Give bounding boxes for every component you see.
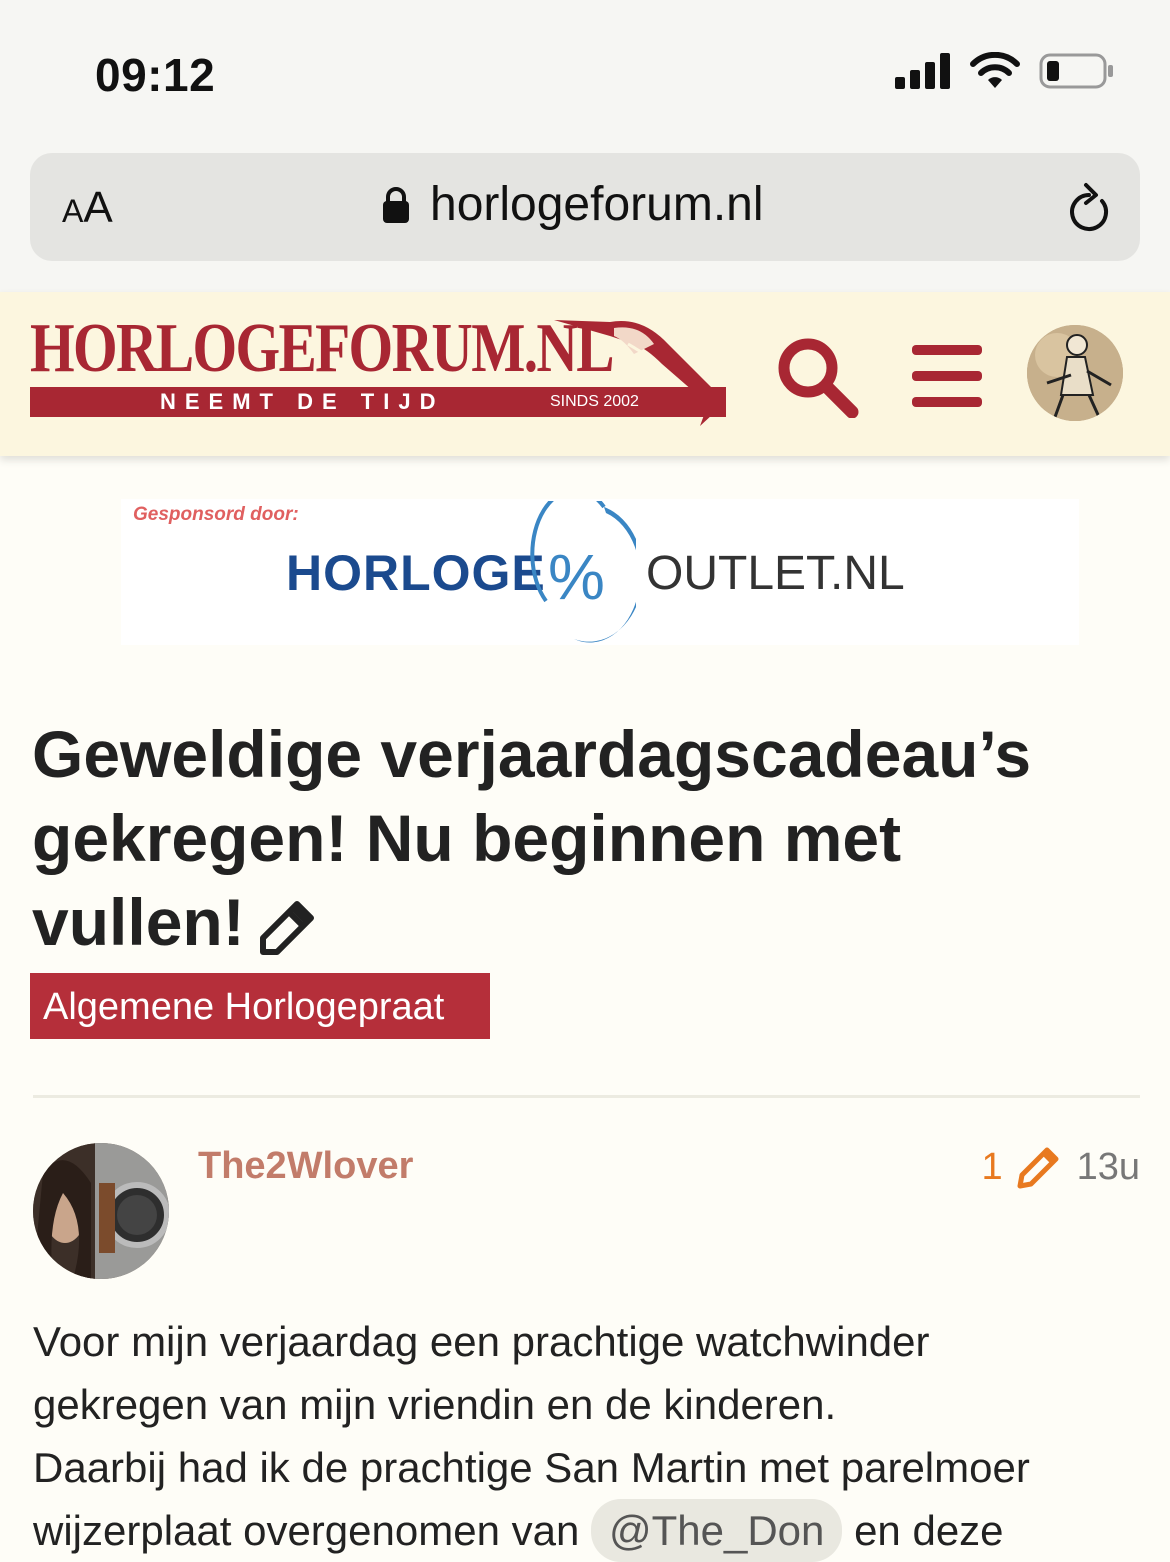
logo-slogan: NEEMT DE TIJD bbox=[160, 389, 445, 414]
user-mention[interactable]: @The_Don bbox=[590, 1499, 843, 1562]
sponsor-brand-right: OUTLET.NL bbox=[646, 547, 905, 600]
topic-title-text: Geweldige verjaardagscadeau’s gekregen! … bbox=[32, 717, 1032, 959]
address-bar[interactable]: AA horlogeforum.nl bbox=[30, 153, 1140, 261]
edit-title-icon[interactable] bbox=[259, 900, 315, 956]
search-icon[interactable] bbox=[776, 336, 860, 418]
user-avatar[interactable] bbox=[1027, 325, 1123, 421]
post-body: Voor mijn verjaardag een prachtige watch… bbox=[33, 1310, 1143, 1562]
sponsor-label: Gesponsord door: bbox=[133, 504, 299, 525]
hamburger-icon[interactable] bbox=[912, 345, 982, 407]
post-line: Voor mijn verjaardag een prachtige watch… bbox=[33, 1318, 930, 1365]
post-meta: 1 13u bbox=[981, 1146, 1140, 1189]
sponsor-brand-mark: % bbox=[530, 501, 636, 643]
category-badge[interactable]: Algemene Horlogepraat bbox=[30, 973, 490, 1039]
status-icons bbox=[895, 52, 1115, 90]
poster-avatar-image bbox=[33, 1143, 169, 1279]
post-line: gekregen van mijn vriendin en de kindere… bbox=[33, 1381, 837, 1428]
lock-icon bbox=[383, 186, 409, 223]
battery-icon bbox=[1039, 53, 1113, 89]
status-bar: 09:12 bbox=[0, 0, 1170, 150]
svg-text:%: % bbox=[548, 541, 605, 613]
logo-since: SINDS 2002 bbox=[550, 393, 639, 410]
sponsor-banner[interactable]: Gesponsord door: HORLOGE % OUTLET.NL bbox=[121, 499, 1079, 645]
text-size-button[interactable]: AA bbox=[62, 183, 113, 233]
reload-icon[interactable] bbox=[1064, 181, 1114, 235]
edit-count[interactable]: 1 bbox=[981, 1146, 1002, 1189]
post-line: Daarbij had ik de prachtige San Martin m… bbox=[33, 1444, 1030, 1491]
url-text: horlogeforum.nl bbox=[430, 178, 764, 231]
browser-bar: AA horlogeforum.nl bbox=[0, 130, 1170, 293]
sponsor-brand-left: HORLOGE bbox=[286, 545, 546, 601]
logo-title: HORLOGEFORUM.NL bbox=[30, 310, 615, 387]
edit-history-icon[interactable] bbox=[1017, 1147, 1059, 1189]
poster-username[interactable]: The2Wlover bbox=[198, 1145, 413, 1188]
poster-avatar[interactable] bbox=[33, 1143, 169, 1279]
wifi-icon bbox=[970, 52, 1020, 88]
post-line: wijzerplaat overgenomen van @The_Don en … bbox=[33, 1499, 1143, 1562]
logo-band: NEEMT DE TIJD SINDS 2002 bbox=[30, 387, 726, 417]
avatar-image bbox=[1027, 325, 1123, 421]
signal-icon bbox=[895, 53, 950, 89]
forum-header: HORLOGEFORUM.NL NEEMT DE TIJD SINDS 2002 bbox=[0, 292, 1170, 456]
url-field[interactable]: horlogeforum.nl bbox=[382, 177, 764, 232]
topic-divider bbox=[33, 1095, 1140, 1098]
post-age[interactable]: 13u bbox=[1077, 1146, 1140, 1189]
status-time: 09:12 bbox=[95, 49, 216, 101]
topic-title: Geweldige verjaardagscadeau’s gekregen! … bbox=[32, 712, 1122, 964]
